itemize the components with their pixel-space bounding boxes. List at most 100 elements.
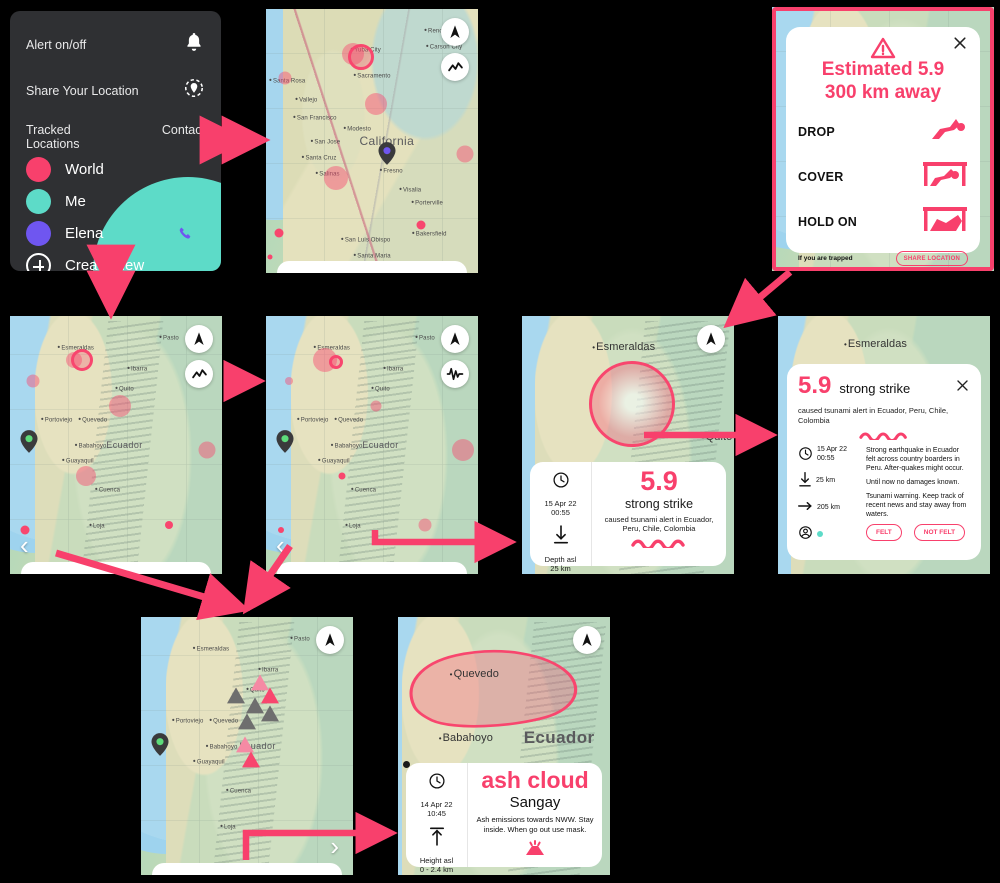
volcano-icon: [526, 839, 544, 855]
user-location-pin[interactable]: [276, 430, 294, 458]
map-canvas[interactable]: Ecuador Esmeraldas Pasto Ibarra Quito Po…: [10, 316, 222, 574]
quake-date: 15 Apr 22: [817, 446, 847, 454]
detail-depth: 25 km: [798, 471, 858, 491]
city-label: Portoviejo: [172, 716, 204, 725]
ash-cloud-panel[interactable]: Quevedo Babahoyo Ecuador 14 Apr 22 10:45: [398, 617, 610, 875]
close-icon[interactable]: [955, 378, 970, 398]
map-canvas[interactable]: Quevedo Babahoyo Ecuador 14 Apr 22 10:45: [398, 617, 610, 875]
seismograph-button[interactable]: [441, 360, 469, 388]
quake-marker[interactable]: [370, 400, 382, 412]
quake-marker-selected[interactable]: [328, 355, 343, 370]
ecuador-map-seismic-panel[interactable]: Ecuador Esmeraldas Pasto Ibarra Quito Po…: [266, 316, 478, 574]
menu-item-share-location[interactable]: Share Your Location: [26, 77, 205, 104]
quake-marker[interactable]: [456, 145, 474, 163]
detail-paragraph: Until now no damages known.: [866, 478, 960, 486]
tracked-location-me[interactable]: Me: [26, 189, 205, 214]
compass-button[interactable]: [697, 325, 725, 353]
chart-line-button[interactable]: [185, 360, 213, 388]
city-label: Cuenca: [226, 785, 251, 794]
ecuador-map-panel[interactable]: Ecuador Esmeraldas Pasto Ibarra Quito Po…: [10, 316, 222, 574]
volcano-name: Sangay: [509, 794, 561, 811]
quake-marker-selected[interactable]: [348, 43, 375, 70]
city-label: Esmeraldas: [844, 338, 907, 350]
felt-button[interactable]: FELT: [866, 524, 902, 542]
tracked-location-elena[interactable]: Elena: [26, 221, 205, 246]
city-label: San Jose: [310, 137, 340, 146]
quake-marker[interactable]: [323, 165, 348, 190]
next-chevron-icon[interactable]: ›: [330, 833, 339, 859]
bottom-sheet-handle[interactable]: [20, 562, 212, 574]
bottom-sheet-handle[interactable]: [276, 261, 468, 273]
volcano-marker[interactable]: [235, 736, 254, 753]
quake-description: caused tsunami alert in Ecuador, Peru, C…: [604, 515, 714, 534]
bell-icon[interactable]: [183, 31, 205, 58]
bottom-sheet-handle[interactable]: [276, 562, 468, 574]
menu-item-alert-toggle[interactable]: Alert on/off: [26, 31, 205, 58]
connector-alert-to-quake-map: [723, 269, 793, 329]
ash-description: Ash emissions towards NWW. Stay inside. …: [476, 815, 594, 834]
quake-marker[interactable]: [338, 472, 346, 480]
map-canvas[interactable]: California Yuba City Carson City Reno Sa…: [266, 9, 478, 273]
california-map-panel[interactable]: California Yuba City Carson City Reno Sa…: [266, 9, 478, 273]
compass-button[interactable]: [185, 325, 213, 353]
not-felt-button[interactable]: NOT FELT: [913, 524, 966, 542]
tracked-locations-label: Tracked Locations: [26, 123, 80, 151]
phone-icon[interactable]: [175, 221, 195, 246]
map-canvas[interactable]: Esmeraldas Quito 15 Apr 22 00:55 Depth a…: [522, 316, 734, 574]
previous-chevron-icon[interactable]: ‹: [20, 532, 29, 558]
city-label: Esmeraldas: [193, 643, 230, 652]
city-label: Babahoyo: [331, 441, 363, 450]
volcano-marker[interactable]: [261, 705, 280, 722]
quake-marker[interactable]: [278, 71, 292, 85]
depth-arrow-icon: [553, 525, 569, 550]
chart-line-button[interactable]: [441, 53, 469, 81]
quake-marker[interactable]: [418, 518, 432, 532]
quake-marker[interactable]: [416, 220, 426, 230]
city-label: Guayaquil: [62, 456, 94, 465]
selection-highlight-box: [772, 7, 994, 271]
detail-paragraph: Strong earthquake in Ecuador felt across…: [866, 446, 964, 472]
quake-marker[interactable]: [198, 441, 216, 459]
ash-title: ash cloud: [481, 767, 589, 793]
quake-marker[interactable]: [452, 439, 475, 462]
quake-marker[interactable]: [365, 93, 388, 116]
quake-marker[interactable]: [267, 254, 273, 260]
volcano-marker[interactable]: [238, 713, 256, 730]
user-location-pin[interactable]: [151, 733, 169, 761]
quake-detail-panel[interactable]: Esmeraldas 5.9 strong strike caused tsun…: [778, 316, 990, 574]
city-label: Esmeraldas: [592, 341, 655, 353]
previous-chevron-icon[interactable]: ‹: [276, 532, 285, 558]
bottom-sheet-handle[interactable]: [151, 863, 343, 875]
tracked-locations-header: Tracked Locations Contact: [26, 123, 205, 151]
quake-epicenter-circle[interactable]: [589, 360, 676, 447]
city-label: Portoviejo: [297, 415, 329, 424]
quake-marker[interactable]: [26, 374, 40, 387]
user-location-pin[interactable]: [20, 430, 38, 458]
compass-button[interactable]: [573, 626, 601, 654]
quake-marker[interactable]: [109, 395, 132, 418]
quake-marker-selected[interactable]: [71, 348, 94, 371]
map-canvas[interactable]: Ecuador Esmeraldas Pasto Ibarra Quito Po…: [266, 316, 478, 574]
compass-button[interactable]: [441, 325, 469, 353]
menu-item-create-new[interactable]: Create New: [26, 253, 205, 271]
city-label: Porterville: [411, 197, 443, 206]
height-label: Height asl: [419, 856, 454, 866]
volcano-marker[interactable]: [227, 687, 246, 704]
quake-marker[interactable]: [285, 376, 294, 385]
compass-button[interactable]: [441, 18, 469, 46]
quake-marker[interactable]: [274, 228, 284, 238]
user-location-pin[interactable]: [378, 142, 396, 170]
quake-marker[interactable]: [76, 465, 97, 486]
ash-date: 14 Apr 22: [420, 800, 453, 809]
quake-zoom-panel[interactable]: Esmeraldas Quito 15 Apr 22 00:55 Depth a…: [522, 316, 734, 574]
volcano-marker-active[interactable]: [242, 751, 261, 768]
tracked-location-world[interactable]: World: [26, 157, 205, 182]
quake-marker[interactable]: [165, 520, 173, 529]
volcano-map-panel[interactable]: Ecuador Esmeraldas Pasto Ibarra Quito Po…: [141, 617, 353, 875]
region-label: Ecuador: [106, 440, 143, 450]
location-color-dot: [26, 221, 51, 246]
location-share-icon[interactable]: [183, 77, 205, 104]
compass-button[interactable]: [316, 626, 344, 654]
map-canvas[interactable]: Ecuador Esmeraldas Pasto Ibarra Quito Po…: [141, 617, 353, 875]
city-label: Loja: [89, 520, 105, 529]
